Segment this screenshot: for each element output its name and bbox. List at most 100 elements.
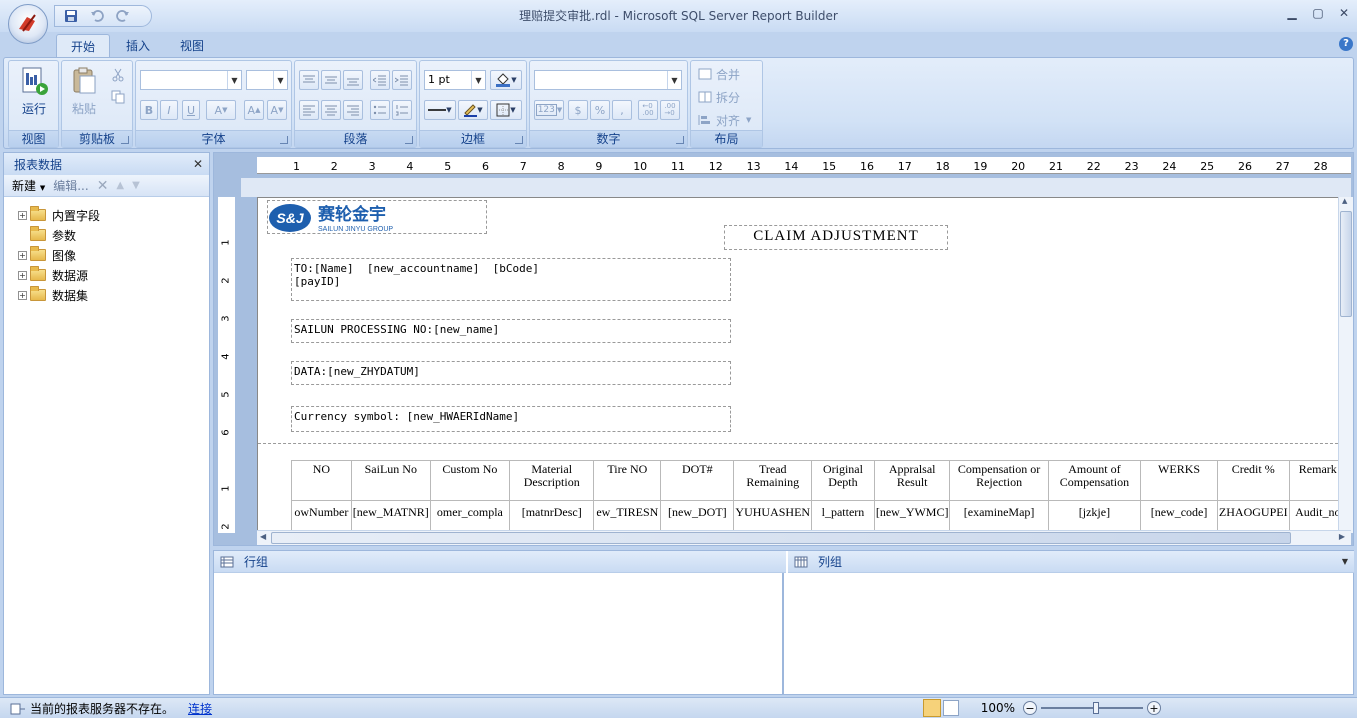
design-view-icon[interactable]	[922, 699, 941, 717]
align-middle-button[interactable]	[321, 70, 341, 90]
table-cell[interactable]: [new_DOT]	[660, 500, 735, 531]
tab-home[interactable]: 开始	[56, 34, 111, 58]
table-header-cell[interactable]: SaiLun No	[350, 460, 431, 501]
table-header-cell[interactable]: Compensation or Rejection	[949, 460, 1049, 501]
placeholder-button[interactable]: 123 ▼	[534, 100, 564, 120]
table-header-cell[interactable]: Tread Remaining	[733, 460, 813, 501]
chevron-down-icon[interactable]: ▼	[667, 71, 681, 89]
table-cell[interactable]: [new_YWMC]	[873, 500, 951, 531]
align-right-button[interactable]	[343, 100, 363, 120]
grow-font-button[interactable]: A ▲	[244, 100, 264, 120]
table-cell[interactable]: ew_TIRESN	[593, 500, 662, 531]
delete-icon[interactable]: ✕	[97, 178, 109, 194]
tree-item-data-sources[interactable]: + 数据源	[4, 265, 209, 285]
shrink-font-button[interactable]: A ▼	[267, 100, 287, 120]
tree-item-datasets[interactable]: + 数据集	[4, 285, 209, 305]
close-panel-button[interactable]: ✕	[193, 157, 203, 171]
to-textbox[interactable]: TO:[Name] [new_accountname] [bCode] [pay…	[291, 258, 731, 301]
paragraph-dialog-launcher-icon[interactable]	[405, 136, 413, 144]
table-cell[interactable]: [jzkje]	[1047, 500, 1142, 531]
tab-view[interactable]: 视图	[166, 34, 218, 58]
table-cell[interactable]: l_pattern	[811, 500, 875, 531]
tab-insert[interactable]: 插入	[112, 34, 164, 58]
table-header-cell[interactable]: Appralsal Result	[873, 460, 951, 501]
table-cell[interactable]: [examineMap]	[949, 500, 1049, 531]
table-header-cell[interactable]: Custom No	[429, 460, 511, 501]
table-cell[interactable]: [new_code]	[1140, 500, 1218, 531]
border-style-button[interactable]: ▼	[424, 100, 456, 120]
align-bottom-button[interactable]	[343, 70, 363, 90]
currency-textbox[interactable]: Currency symbol: [new_HWAERIdName]	[291, 406, 731, 432]
expand-icon[interactable]: +	[18, 210, 27, 220]
data-textbox[interactable]: DATA:[new_ZHYDATUM]	[291, 361, 731, 385]
tree-item-images[interactable]: + 图像	[4, 245, 209, 265]
vertical-scrollbar[interactable]: ▲	[1338, 197, 1353, 533]
zoom-out-button[interactable]: −	[1023, 701, 1037, 715]
table-cell[interactable]: ZHAOGUPEI	[1216, 500, 1290, 531]
clipboard-dialog-launcher-icon[interactable]	[121, 136, 129, 144]
row-groups-list[interactable]	[214, 573, 784, 694]
new-item-button[interactable]: 新建 ▼	[12, 177, 45, 194]
processing-no-textbox[interactable]: SAILUN PROCESSING NO:[new_name]	[291, 319, 731, 343]
table-header-cell[interactable]: DOT#	[660, 460, 735, 501]
paste-button[interactable]: 粘贴	[65, 65, 103, 117]
currency-button[interactable]: $	[568, 100, 588, 120]
numbering-button[interactable]	[392, 100, 412, 120]
expand-icon[interactable]: +	[18, 270, 27, 280]
table-cell[interactable]: omer_compla	[429, 500, 511, 531]
vertical-scroll-thumb[interactable]	[1340, 211, 1352, 317]
chevron-down-icon[interactable]: ▼	[273, 71, 287, 89]
font-color-button[interactable]: A ▼	[206, 100, 236, 120]
move-up-icon[interactable]: ▲	[116, 180, 124, 191]
report-page[interactable]: S&J 赛轮金宇 SAILUN JINYU GROUP CLAIM ADJUST…	[257, 197, 1348, 533]
table-header-cell[interactable]: Amount of Compensation	[1047, 460, 1142, 501]
decrease-decimal-button[interactable]: .00 →0	[660, 100, 680, 120]
increase-decimal-button[interactable]: ←0 .00	[638, 100, 658, 120]
font-size-combo[interactable]: ▼	[246, 70, 288, 90]
chevron-down-icon[interactable]: ▼	[471, 71, 485, 89]
expand-icon[interactable]: +	[18, 250, 27, 260]
font-name-combo[interactable]: ▼	[140, 70, 242, 90]
tree-item-builtin-fields[interactable]: + 内置字段	[4, 205, 209, 225]
increase-indent-button[interactable]	[392, 70, 412, 90]
minimize-button[interactable]: ▁	[1285, 6, 1299, 20]
claim-table[interactable]: NO SaiLun No Custom No Material Description…	[291, 460, 1348, 531]
table-header-cell[interactable]: Tire NO	[593, 460, 662, 501]
borders-button[interactable]: ▼	[490, 100, 522, 120]
report-title[interactable]: CLAIM ADJUSTMENT	[724, 225, 948, 250]
horizontal-scroll-thumb[interactable]	[271, 532, 1291, 544]
comma-button[interactable]: ,	[612, 100, 632, 120]
table-cell[interactable]: YUHUASHEN	[733, 500, 813, 531]
table-header-cell[interactable]: Original Depth	[811, 460, 875, 501]
fill-color-button[interactable]: ▼	[490, 70, 522, 90]
decrease-indent-button[interactable]	[370, 70, 390, 90]
align-top-button[interactable]	[299, 70, 319, 90]
zoom-in-button[interactable]: +	[1147, 701, 1161, 715]
preview-view-icon[interactable]	[942, 700, 959, 716]
percent-button[interactable]: %	[590, 100, 610, 120]
number-format-combo[interactable]: ▼	[534, 70, 682, 90]
chevron-down-icon[interactable]: ▼	[1342, 557, 1348, 566]
application-button[interactable]	[8, 4, 48, 44]
italic-button[interactable]: I	[160, 100, 178, 120]
number-dialog-launcher-icon[interactable]	[676, 136, 684, 144]
table-cell[interactable]: [matnrDesc]	[509, 500, 595, 531]
close-button[interactable]: ✕	[1337, 6, 1351, 20]
table-header-cell[interactable]: Credit %	[1216, 460, 1290, 501]
table-header-cell[interactable]: NO	[291, 460, 352, 501]
run-button[interactable]: 运行	[14, 65, 54, 117]
maximize-button[interactable]: ▢	[1311, 6, 1325, 20]
split-cells-button[interactable]: 拆分	[697, 87, 747, 107]
table-header-cell[interactable]: Material Description	[509, 460, 595, 501]
cut-button[interactable]	[108, 65, 128, 85]
underline-button[interactable]: U	[182, 100, 200, 120]
table-cell[interactable]: owNumber	[291, 500, 352, 531]
border-dialog-launcher-icon[interactable]	[515, 136, 523, 144]
tree-item-parameters[interactable]: 参数	[4, 225, 209, 245]
report-design-surface[interactable]: 1 2 3 4 5 6 7 8 9 10 11 12 13 14 15 16 17 18 19 20 21 22 23 24 2…	[213, 152, 1354, 546]
chevron-down-icon[interactable]: ▼	[227, 71, 241, 89]
edit-button[interactable]: 编辑...	[53, 177, 88, 194]
align-objects-button[interactable]: 对齐 ▼	[697, 110, 759, 130]
merge-cells-button[interactable]: 合并	[697, 64, 747, 84]
align-center-button[interactable]	[321, 100, 341, 120]
